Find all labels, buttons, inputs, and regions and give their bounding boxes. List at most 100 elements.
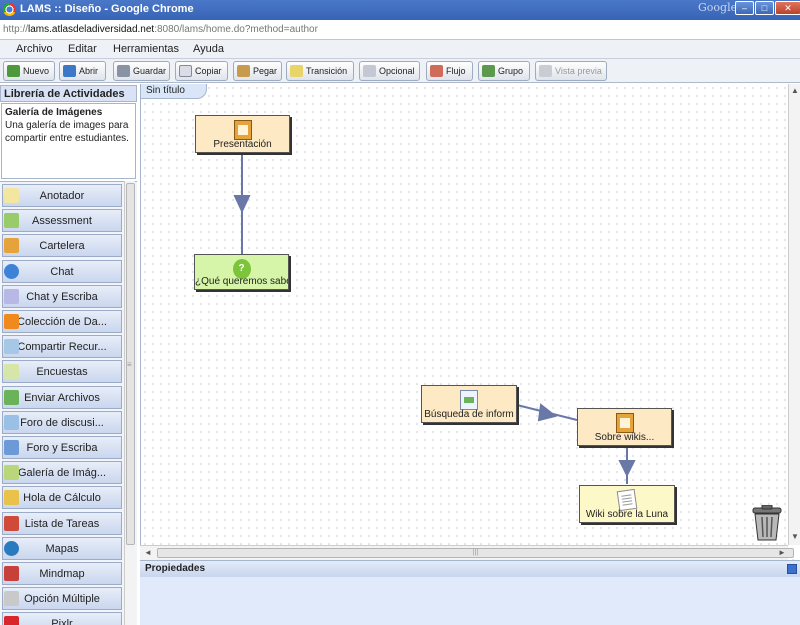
scroll-down-arrow-icon[interactable]: ▼ <box>791 532 799 541</box>
chat-icon <box>4 263 19 279</box>
canvas-vertical-scrollbar[interactable]: ▲ ▼ <box>788 84 800 545</box>
activity-foro-y-escriba[interactable]: Foro y Escriba <box>2 436 122 459</box>
window-title: LAMS :: Diseño - Google Chrome <box>20 3 194 15</box>
open-folder-icon <box>63 65 76 77</box>
activity-label: Cartelera <box>39 240 85 253</box>
submit-files-icon <box>4 389 19 405</box>
activity-encuestas[interactable]: Encuestas <box>2 360 122 384</box>
maximize-button[interactable]: □ <box>755 1 774 15</box>
menu-herramientas[interactable]: Herramientas <box>113 43 179 55</box>
activity-list: Anotador Assessment Cartelera Chat Chat y Es… <box>0 181 137 625</box>
preview-icon <box>539 65 552 77</box>
data-collection-icon <box>4 314 19 329</box>
activity-label: Assessment <box>32 215 92 228</box>
new-icon <box>7 65 20 77</box>
pencil-icon <box>290 65 303 77</box>
activity-opci-n-m-ltiple[interactable]: Opción Múltiple <box>2 587 122 611</box>
activity-list-scrollbar[interactable] <box>124 181 135 625</box>
menu-editar[interactable]: Editar <box>68 43 97 55</box>
activity-label: Lista de Tareas <box>24 517 100 530</box>
activity-lista-de-tareas[interactable]: Lista de Tareas <box>2 511 122 535</box>
node-label: Wiki sobre la Luna <box>585 509 669 520</box>
activity-label: Hola de Cálculo <box>23 492 101 505</box>
activity-foro-de-discusi[interactable]: Foro de discusi... <box>2 410 122 434</box>
scroll-up-arrow-icon[interactable]: ▲ <box>791 86 799 95</box>
activity-node-presentacion[interactable]: Presentación <box>195 115 290 153</box>
activity-assessment[interactable]: Assessment <box>2 209 122 233</box>
node-label: ¿Qué queremos sabe <box>195 276 288 287</box>
activity-chat[interactable]: Chat <box>2 259 122 283</box>
activity-colecci-n-de-da[interactable]: Colección de Da... <box>2 310 122 333</box>
activity-label: Pixlr <box>51 618 73 625</box>
activity-anotador[interactable]: Anotador <box>2 184 122 207</box>
scroll-left-arrow-icon[interactable]: ◄ <box>144 548 152 557</box>
group-button[interactable]: Grupo <box>478 61 530 81</box>
mindmap-icon <box>4 566 19 581</box>
preview-button[interactable]: Vista previa <box>535 61 607 81</box>
paste-icon <box>237 65 250 77</box>
transition-arrow <box>618 460 636 478</box>
activity-node-sobre-wikis[interactable]: Sobre wikis... <box>577 408 672 446</box>
activity-mindmap[interactable]: Mindmap <box>2 562 122 585</box>
scrollbar-thumb[interactable]: ||| <box>157 548 794 558</box>
spreadsheet-icon <box>4 490 19 506</box>
open-button[interactable]: Abrir <box>59 61 106 81</box>
design-canvas[interactable]: Sin título Presentación ? ¿Qué queremos … <box>140 84 800 560</box>
globe-icon <box>4 540 19 556</box>
canvas-horizontal-scrollbar[interactable]: ◄ ||| ► <box>140 545 794 560</box>
activity-pixlr[interactable]: Pixlr <box>2 612 122 625</box>
save-button[interactable]: Guardar <box>113 61 170 81</box>
menu-archivo[interactable]: Archivo <box>16 43 53 55</box>
activity-chat-y-escriba[interactable]: Chat y Escriba <box>2 284 122 308</box>
activity-cartelera[interactable]: Cartelera <box>2 234 122 258</box>
chat-scribe-icon <box>4 288 19 304</box>
activity-label: Colección de Da... <box>17 316 107 328</box>
pixlr-icon <box>4 616 19 625</box>
activity-galer-a-de-im-g[interactable]: Galería de Imág... <box>2 461 122 485</box>
trash-icon[interactable] <box>748 505 786 541</box>
activity-label: Mindmap <box>39 568 85 580</box>
activity-label: Compartir Recur... <box>17 341 107 354</box>
menu-ayuda[interactable]: Ayuda <box>193 43 224 55</box>
assessment-icon <box>4 213 19 229</box>
close-window-button[interactable]: ✕ <box>775 1 800 15</box>
selected-activity-description: Una galería de images para compartir ent… <box>5 120 129 144</box>
survey-icon <box>4 364 19 380</box>
activity-label: Enviar Archivos <box>24 391 100 404</box>
copy-button[interactable]: Copiar <box>175 61 228 81</box>
transition-button[interactable]: Transición <box>286 61 354 81</box>
flow-button[interactable]: Flujo <box>426 61 473 81</box>
node-label: Sobre wikis... <box>594 432 655 443</box>
activity-enviar-archivos[interactable]: Enviar Archivos <box>2 385 122 409</box>
minimize-button[interactable]: – <box>735 1 754 15</box>
activity-hola-de-c-lculo[interactable]: Hola de Cálculo <box>2 486 122 510</box>
image-gallery-icon <box>4 465 19 481</box>
collapse-properties-button[interactable] <box>787 564 797 574</box>
optional-icon <box>363 65 376 77</box>
new-button[interactable]: Nuevo <box>3 61 55 81</box>
optional-button[interactable]: Opcional <box>359 61 420 81</box>
save-icon <box>117 65 130 77</box>
node-label: Presentación <box>213 139 272 150</box>
properties-title: Propiedades <box>145 563 206 574</box>
url-text: http://lams.atlasdeladiversidad.net:8080… <box>3 24 318 35</box>
activity-label: Mapas <box>45 542 79 555</box>
forum-icon <box>4 414 19 430</box>
scrollbar-thumb[interactable] <box>126 183 135 545</box>
transition-arrow <box>537 403 558 422</box>
window-titlebar: LAMS :: Diseño - Google Chrome Google – … <box>0 0 800 20</box>
activity-node-busqueda[interactable]: Búsqueda de inform <box>421 385 517 423</box>
chrome-logo-icon <box>3 3 16 16</box>
activity-compartir-recur[interactable]: Compartir Recur... <box>2 335 122 359</box>
activity-node-wiki-luna[interactable]: Wiki sobre la Luna <box>579 485 675 523</box>
activity-mapas[interactable]: Mapas <box>2 536 122 560</box>
flow-icon <box>430 65 443 77</box>
activity-node-que-queremos[interactable]: ? ¿Qué queremos sabe <box>194 254 289 290</box>
noticeboard-icon <box>615 413 634 433</box>
address-bar[interactable]: http://lams.atlasdeladiversidad.net:8080… <box>0 20 800 40</box>
paste-button[interactable]: Pegar <box>233 61 282 81</box>
share-resources-icon <box>4 339 19 355</box>
scroll-right-arrow-icon[interactable]: ► <box>778 548 786 557</box>
transition-arrow <box>233 195 251 214</box>
toolbar: Nuevo Abrir Guardar Copiar Pegar Transic… <box>0 59 800 83</box>
